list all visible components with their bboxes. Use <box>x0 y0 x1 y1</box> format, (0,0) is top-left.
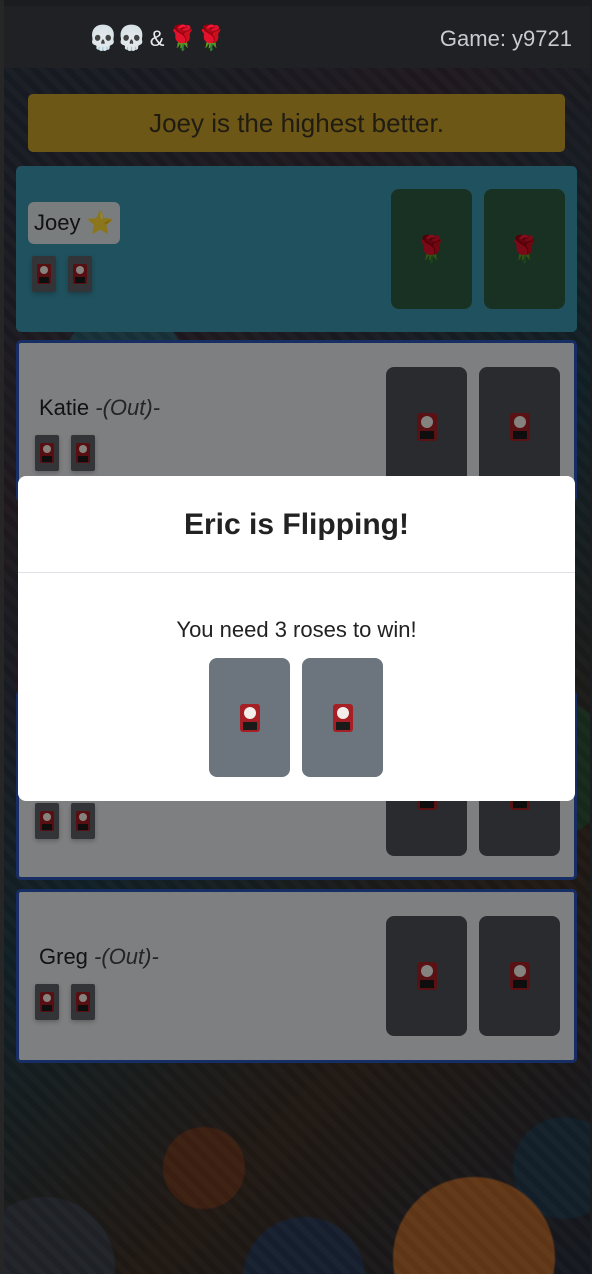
game-id-label: Game: y9721 <box>439 26 572 51</box>
navbar: 💀💀 & 🌹🌹 Game: y9721 <box>4 6 590 68</box>
brand-ampersand: & <box>149 26 165 51</box>
rose-icons: 🌹🌹 <box>167 25 226 52</box>
flip-card-row <box>209 658 383 777</box>
modal-title: Eric is Flipping! <box>18 476 575 573</box>
skull-coaster-icon <box>239 703 260 732</box>
modal-message: You need 3 roses to win! <box>176 617 417 642</box>
flip-card[interactable] <box>302 658 383 777</box>
skull-coaster-icon <box>332 703 353 732</box>
app-frame: 💀💀 & 🌹🌹 Game: y9721 Joey is the highest be… <box>0 0 592 1274</box>
brand-logo[interactable]: 💀💀 & 🌹🌹 <box>88 24 226 53</box>
skull-icons: 💀💀 <box>88 25 147 52</box>
flip-modal: Eric is Flipping! You need 3 roses to wi… <box>18 476 575 801</box>
modal-body: You need 3 roses to win! <box>18 617 575 643</box>
flip-card[interactable] <box>209 658 290 777</box>
